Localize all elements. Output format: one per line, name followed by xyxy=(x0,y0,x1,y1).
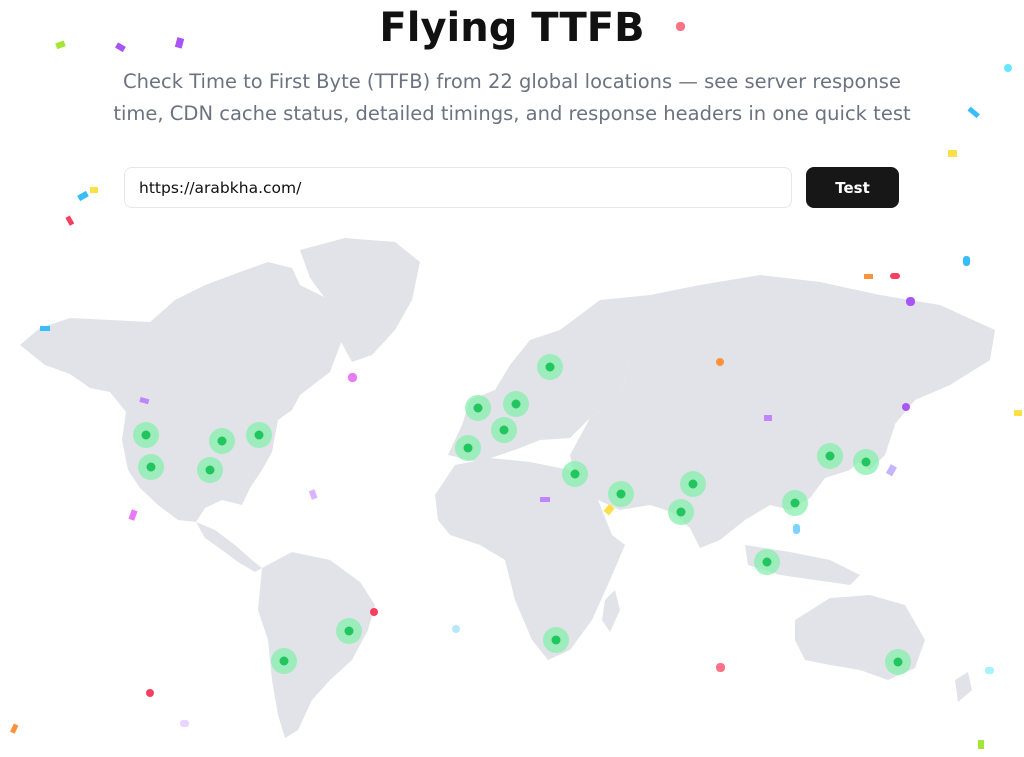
location-marker[interactable] xyxy=(197,457,223,483)
url-input[interactable] xyxy=(124,167,792,208)
central-america xyxy=(196,522,262,572)
continent-north-america xyxy=(20,262,345,522)
page: Flying TTFB Check Time to First Byte (TT… xyxy=(0,0,1024,757)
location-marker[interactable] xyxy=(133,422,159,448)
new-zealand xyxy=(955,672,972,702)
location-marker[interactable] xyxy=(537,354,563,380)
location-marker[interactable] xyxy=(562,461,588,487)
location-marker[interactable] xyxy=(608,481,634,507)
location-marker[interactable] xyxy=(817,443,843,469)
location-marker[interactable] xyxy=(782,490,808,516)
continent-south-america xyxy=(258,552,375,738)
page-subtitle: Check Time to First Byte (TTFB) from 22 … xyxy=(113,70,911,125)
test-button[interactable]: Test xyxy=(806,167,899,208)
location-marker[interactable] xyxy=(680,471,706,497)
location-marker[interactable] xyxy=(209,428,235,454)
location-marker[interactable] xyxy=(455,435,481,461)
location-marker[interactable] xyxy=(271,648,297,674)
location-marker[interactable] xyxy=(853,449,879,475)
location-marker[interactable] xyxy=(491,417,517,443)
madagascar xyxy=(602,590,620,632)
continent-asia xyxy=(560,275,995,548)
location-marker[interactable] xyxy=(246,422,272,448)
page-title: Flying TTFB xyxy=(379,5,645,51)
location-marker[interactable] xyxy=(465,395,491,421)
location-marker[interactable] xyxy=(543,627,569,653)
location-marker[interactable] xyxy=(668,499,694,525)
location-marker[interactable] xyxy=(885,649,911,675)
location-marker[interactable] xyxy=(503,391,529,417)
location-marker[interactable] xyxy=(336,618,362,644)
location-marker[interactable] xyxy=(138,454,164,480)
location-marker[interactable] xyxy=(754,549,780,575)
